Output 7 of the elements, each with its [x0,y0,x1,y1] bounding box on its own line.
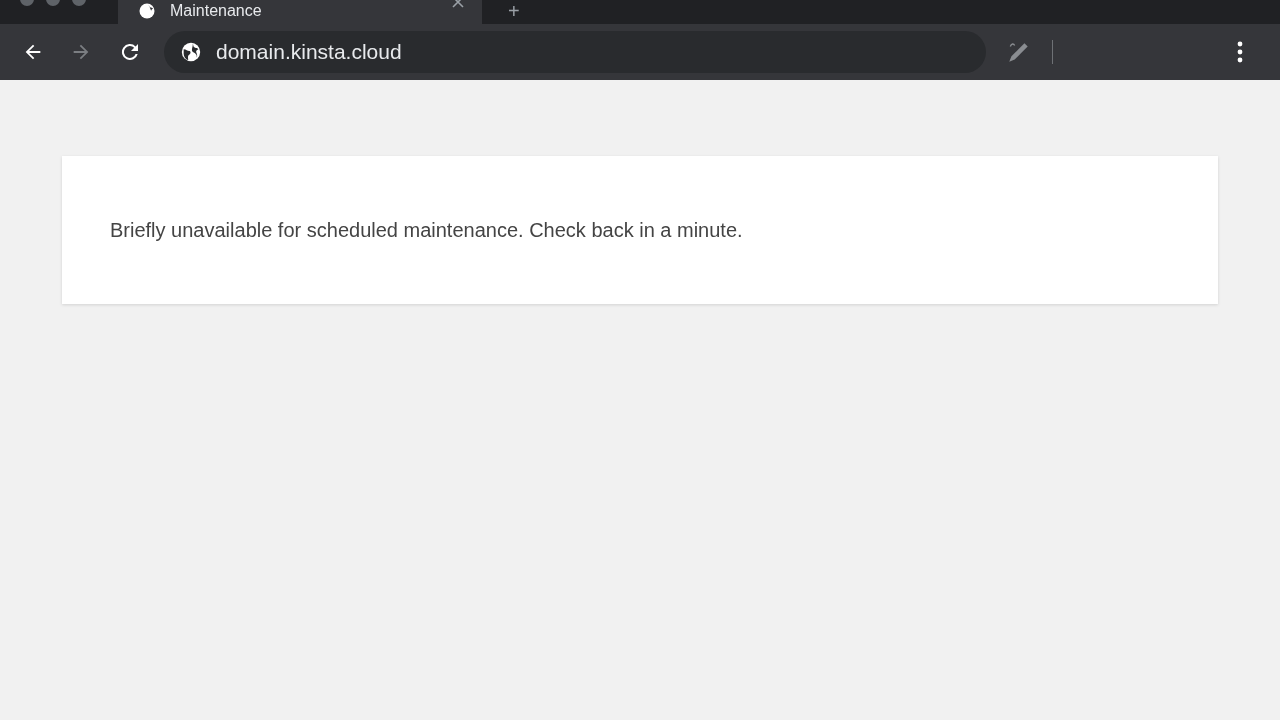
tab-title: Maintenance [170,2,262,20]
address-bar[interactable]: domain.kinsta.cloud [164,31,986,73]
browser-tab[interactable]: Maintenance [118,0,482,24]
menu-icon[interactable] [1237,41,1243,63]
url-text: domain.kinsta.cloud [216,39,402,66]
new-tab-button[interactable]: + [508,1,520,24]
maintenance-message: Briefly unavailable for scheduled maintenance. Check back in a minute. [110,218,743,243]
